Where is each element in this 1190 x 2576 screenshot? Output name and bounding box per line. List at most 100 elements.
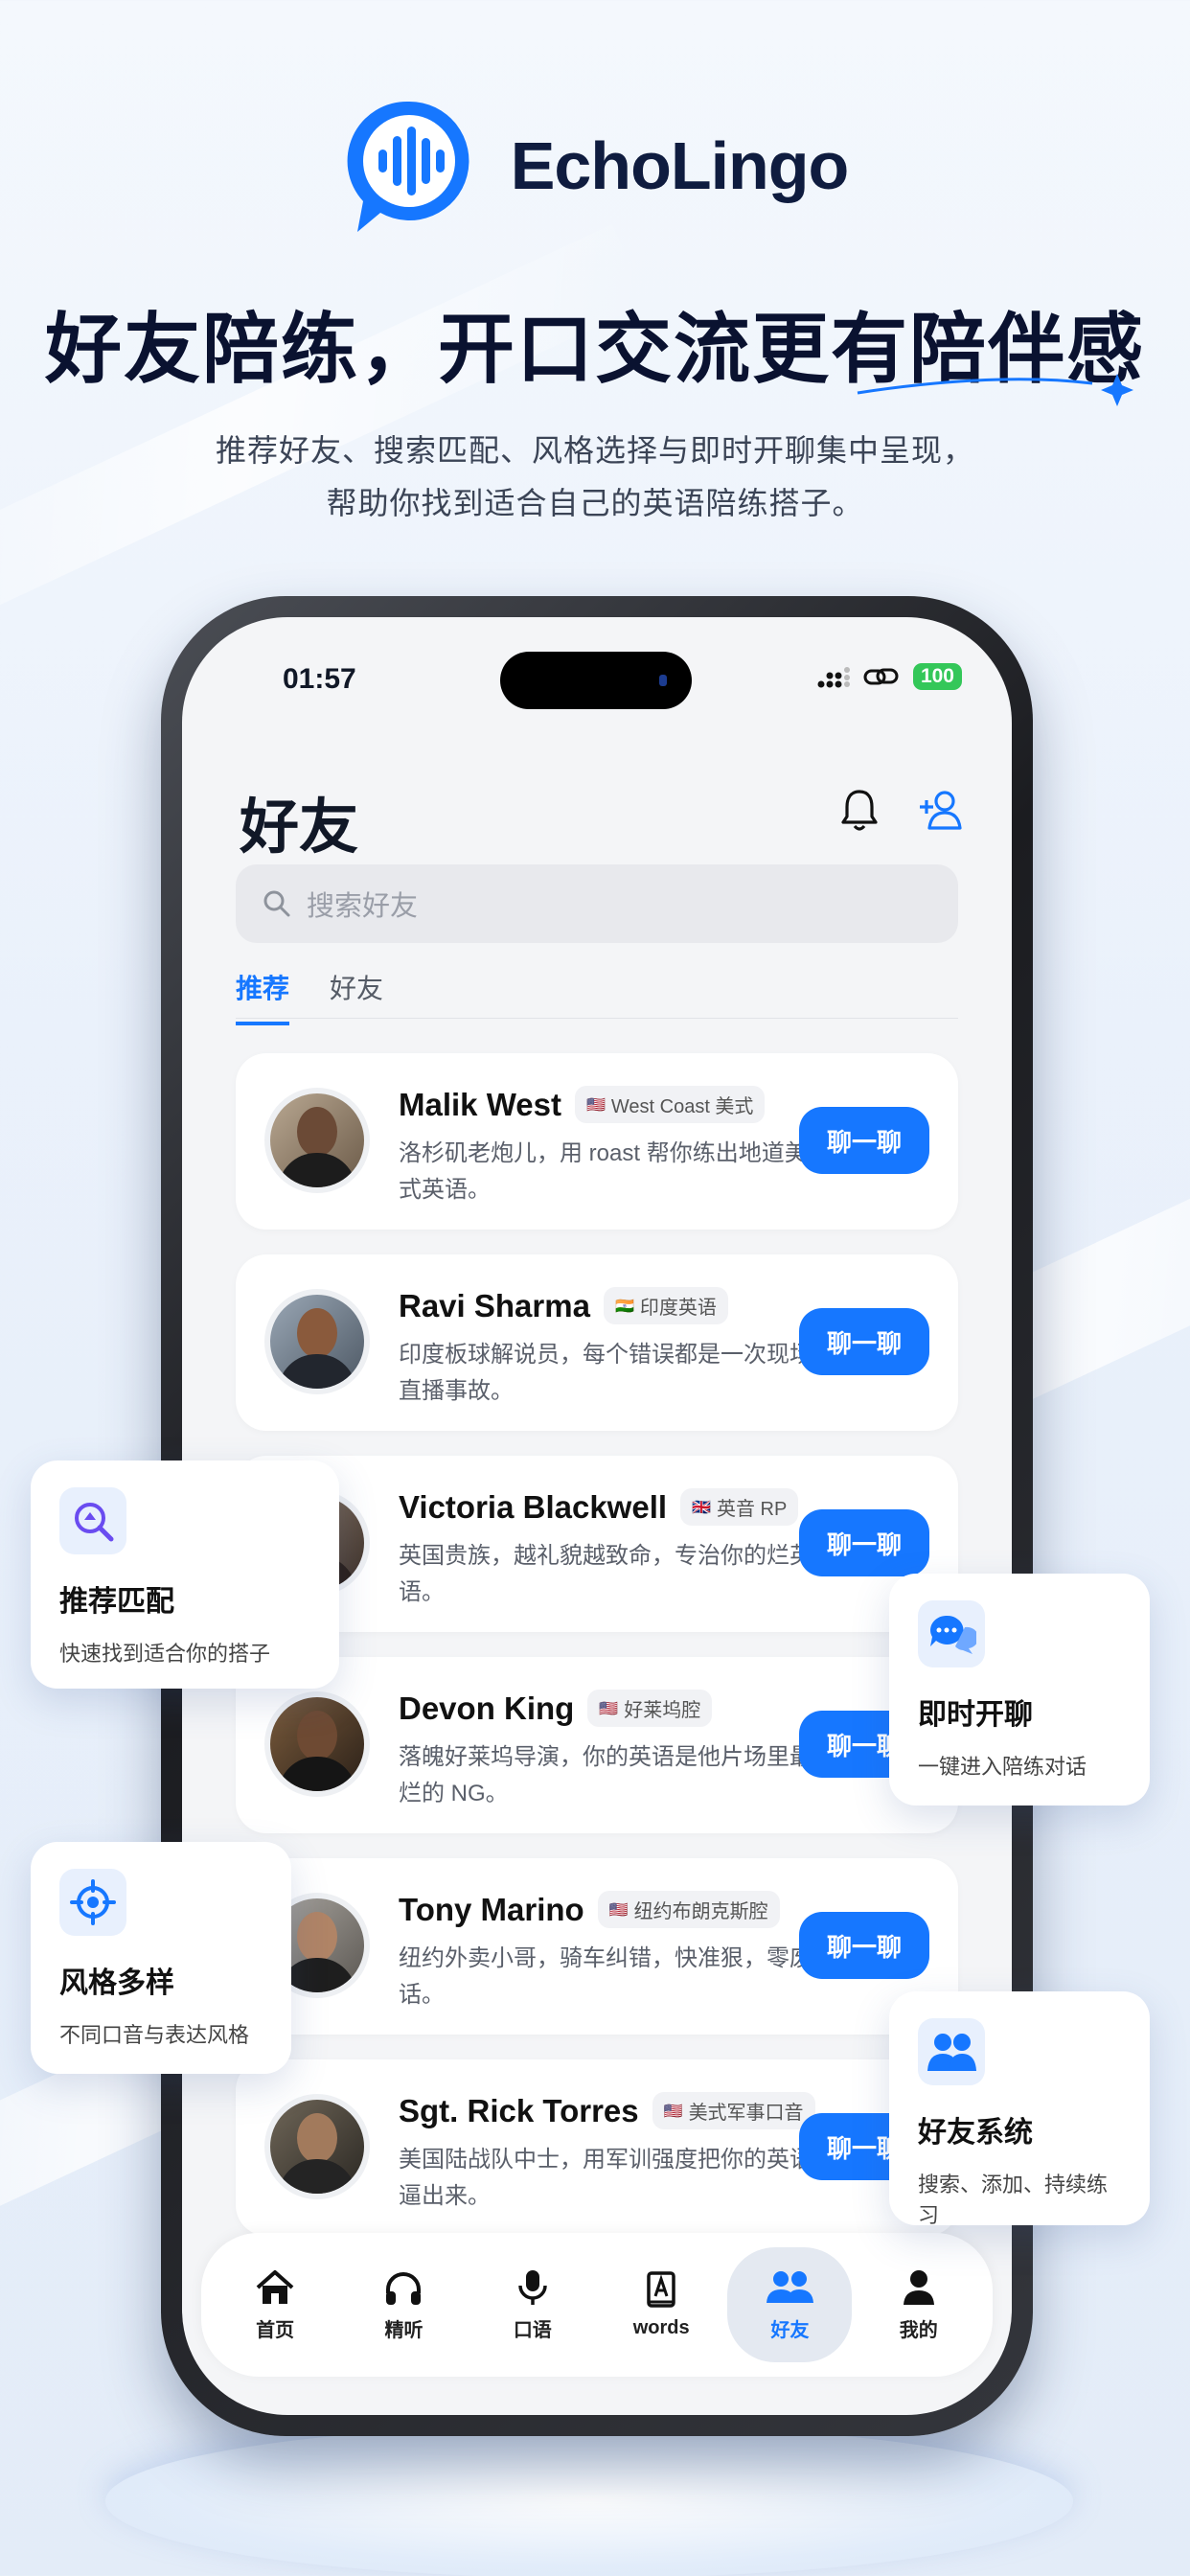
status-bar: 01:57 100 (182, 617, 1012, 713)
friends-icon (767, 2270, 814, 2303)
friend-name: Malik West (399, 1086, 561, 1122)
friend-card[interactable]: Malik West 🇺🇸 West Coast 美式 洛杉矶老炮儿，用 roas… (236, 1053, 958, 1230)
chat-button[interactable]: 聊一聊 (799, 1509, 929, 1576)
flag-icon: 🇺🇸 (663, 2103, 683, 2120)
flag-icon: 🇬🇧 (692, 1499, 711, 1516)
subline-2: 帮助你找到适合自己的英语陪练搭子。 (326, 486, 864, 520)
page-title: 好友 (240, 794, 359, 861)
brand-header: EchoLingo (0, 94, 1190, 238)
echolingo-logo-icon (342, 94, 476, 238)
tab-listening[interactable]: 精听 (341, 2247, 466, 2362)
feature-title: 风格多样 (59, 1967, 174, 1999)
avatar (264, 2094, 370, 2199)
accent-label: 好莱坞腔 (624, 1700, 701, 1721)
accent-label: 英音 RP (716, 1499, 788, 1520)
friend-list: Malik West 🇺🇸 West Coast 美式 洛杉矶老炮儿，用 roas… (236, 1053, 958, 2261)
tab-label: 好友 (770, 2319, 810, 2341)
feature-description: 一键进入陪练对话 (918, 1755, 1087, 1779)
friend-description: 洛杉矶老炮儿，用 roast 帮你练出地道美式英语。 (399, 1140, 808, 1203)
friend-name: Tony Marino (399, 1891, 584, 1927)
accent-badge: 🇺🇸 美式军事口音 (652, 2092, 815, 2129)
search-match-icon (59, 1487, 126, 1554)
headphones-icon (386, 2271, 422, 2305)
search-icon (263, 890, 290, 917)
dynamic-island (500, 652, 692, 709)
accent-badge: 🇺🇸 West Coast 美式 (574, 1086, 766, 1123)
avatar (264, 1088, 370, 1193)
feature-description: 搜索、添加、持续练习 (918, 2173, 1109, 2227)
tab-friends[interactable]: 好友 (330, 968, 383, 1025)
feature-card-styles: 风格多样 不同口音与表达风格 (31, 1842, 291, 2074)
accent-badge: 🇺🇸 纽约布朗克斯腔 (597, 1891, 780, 1928)
chat-button[interactable]: 聊一聊 (799, 1912, 929, 1979)
target-icon (59, 1869, 126, 1936)
accent-badge: 🇺🇸 好莱坞腔 (587, 1690, 713, 1727)
feature-card-recommend: 推荐匹配 快速找到适合你的搭子 (31, 1460, 339, 1689)
feature-title: 推荐匹配 (59, 1586, 174, 1618)
friend-card[interactable]: Tony Marino 🇺🇸 纽约布朗克斯腔 纽约外卖小哥，骑车纠错，快准狠，零废… (236, 1858, 958, 2035)
friend-name: Ravi Sharma (399, 1287, 590, 1323)
accent-label: 纽约布朗克斯腔 (633, 1901, 768, 1922)
feature-card-friend-system: 好友系统 搜索、添加、持续练习 (889, 1991, 1150, 2227)
chat-button[interactable]: 聊一聊 (799, 1308, 929, 1375)
search-input[interactable]: 搜索好友 (307, 884, 418, 924)
friend-card[interactable]: Sgt. Rick Torres 🇺🇸 美式军事口音 美国陆战队中士，用军训强度把… (236, 2059, 958, 2236)
avatar (264, 1691, 370, 1797)
header-actions (839, 788, 964, 832)
person-icon (903, 2269, 934, 2305)
segment-tabs: 推荐 好友 (236, 968, 383, 1025)
tab-label: words (632, 2316, 690, 2338)
flag-icon: 🇺🇸 (585, 1096, 606, 1114)
friend-name: Sgt. Rick Torres (399, 2092, 639, 2128)
accent-label: 印度英语 (639, 1298, 717, 1319)
battery-indicator: 100 (912, 663, 962, 690)
friend-description: 美国陆战队中士，用军训强度把你的英语逼出来。 (399, 2147, 812, 2209)
feature-description: 快速找到适合你的搭子 (59, 1642, 271, 1666)
bottom-tab-bar: 首页 精听 口语 words 好友 我的 (201, 2233, 993, 2377)
avatar (264, 1289, 370, 1394)
flag-icon: 🇺🇸 (599, 1700, 619, 1717)
status-icons: 100 (817, 663, 962, 690)
brand-name: EchoLingo (510, 128, 850, 203)
tab-label: 精听 (384, 2319, 423, 2341)
add-friend-icon[interactable] (918, 788, 964, 832)
link-icon (863, 668, 899, 685)
tab-recommended[interactable]: 推荐 (236, 968, 290, 1025)
friend-description: 落魄好莱坞导演，你的英语是他片场里最烂的 NG。 (399, 1744, 812, 1806)
friend-card[interactable]: Ravi Sharma 🇮🇳 印度英语 印度板球解说员，每个错误都是一次现场直播事… (236, 1254, 958, 1431)
people-icon (918, 2018, 985, 2085)
flag-icon: 🇮🇳 (614, 1298, 634, 1315)
tab-home[interactable]: 首页 (213, 2247, 337, 2362)
tab-label: 首页 (256, 2319, 295, 2341)
signal-icon (817, 667, 850, 688)
chat-button[interactable]: 聊一聊 (799, 1107, 929, 1174)
feature-title: 好友系统 (918, 2117, 1033, 2149)
bell-icon[interactable] (839, 788, 880, 832)
sparkle-icon (857, 374, 1133, 406)
status-time: 01:57 (283, 663, 356, 695)
feature-description: 不同口音与表达风格 (59, 2023, 250, 2047)
friend-card[interactable]: Victoria Blackwell 🇬🇧 英音 RP 英国贵族，越礼貌越致命，专… (236, 1456, 958, 1632)
tab-divider (236, 1018, 958, 1019)
microphone-icon (518, 2269, 547, 2305)
flag-icon: 🇺🇸 (608, 1901, 629, 1919)
friend-description: 印度板球解说员，每个错误都是一次现场直播事故。 (399, 1342, 812, 1404)
feature-title: 即时开聊 (918, 1699, 1033, 1731)
friend-card[interactable]: Devon King 🇺🇸 好莱坞腔 落魄好莱坞导演，你的英语是他片场里最烂的 N… (236, 1657, 958, 1833)
tab-friends-nav[interactable]: 好友 (727, 2247, 853, 2362)
accent-label: West Coast 美式 (610, 1096, 754, 1117)
search-bar[interactable]: 搜索好友 (236, 864, 958, 943)
tab-words[interactable]: words (599, 2247, 723, 2362)
friend-name: Devon King (399, 1690, 575, 1726)
subline-1: 推荐好友、搜索匹配、风格选择与即时开聊集中呈现， (215, 433, 974, 468)
phone-pedestal (105, 2425, 1073, 2576)
accent-badge: 🇬🇧 英音 RP (680, 1488, 799, 1526)
chat-bubbles-icon (918, 1600, 985, 1668)
tab-label: 我的 (899, 2319, 938, 2341)
friend-description: 纽约外卖小哥，骑车纠错，快准狠，零废话。 (399, 1945, 812, 2008)
tab-speaking[interactable]: 口语 (470, 2247, 595, 2362)
feature-card-instant-chat: 即时开聊 一键进入陪练对话 (889, 1574, 1150, 1806)
home-icon (256, 2269, 294, 2304)
tab-profile[interactable]: 我的 (857, 2247, 981, 2362)
tab-label: 口语 (513, 2319, 552, 2341)
